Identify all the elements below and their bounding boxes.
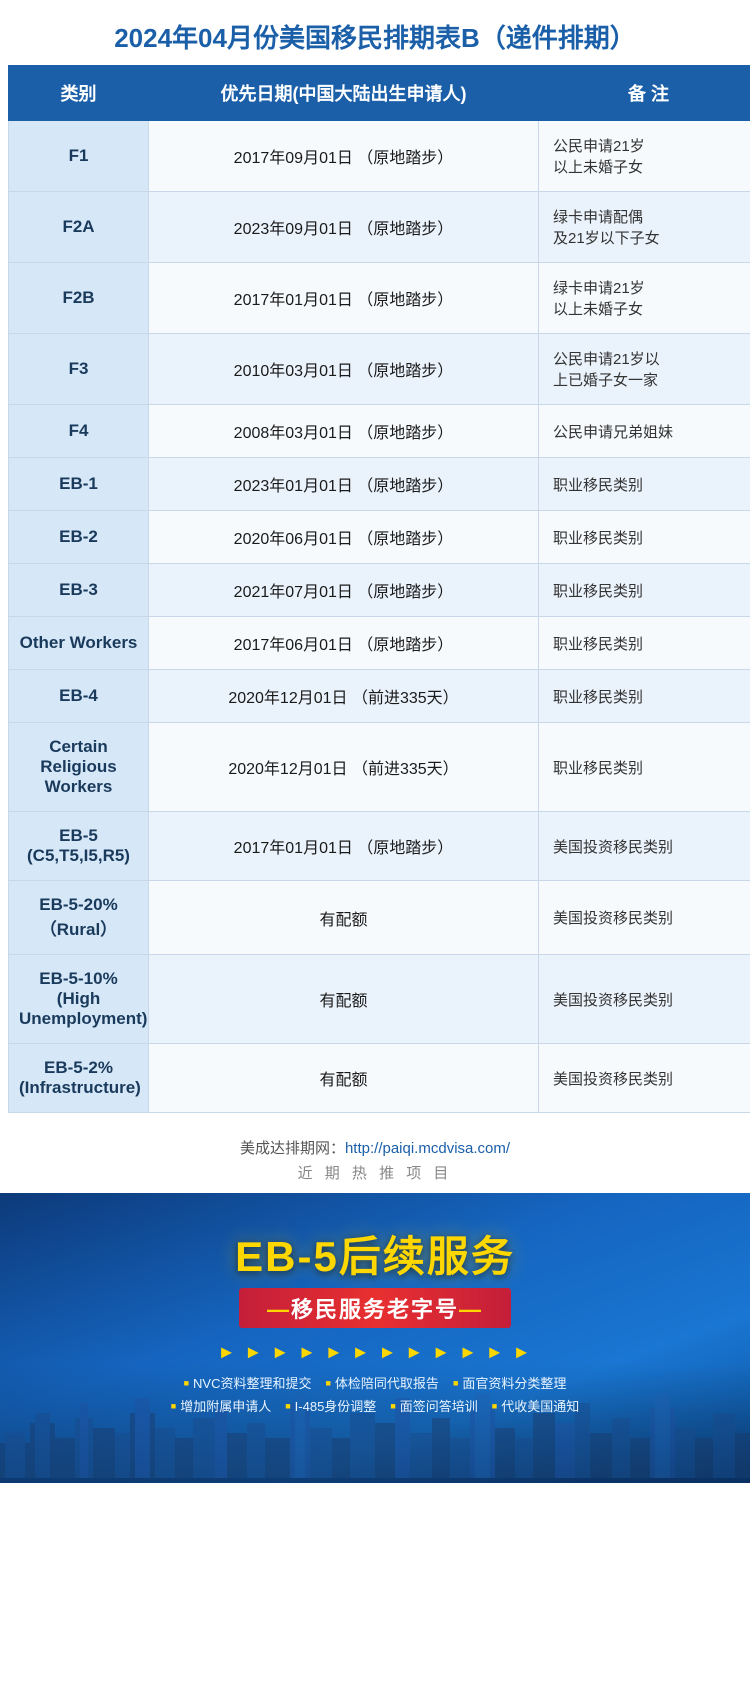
cell-note: 美国投资移民类别 [539,955,750,1044]
cell-category: F3 [9,334,149,405]
cell-category: EB-5-20% （Rural） [9,881,149,955]
cell-date: 2017年06月01日 （原地踏步） [149,617,539,670]
footer-url[interactable]: http://paiqi.mcdvisa.com/ [345,1140,510,1157]
table-row: EB-5-10% (High Unemployment)有配额美国投资移民类别 [9,955,750,1044]
cell-date: 2020年12月01日 （前进335天） [149,670,539,723]
table-header-row: 类别 优先日期(中国大陆出生申请人) 备 注 [9,66,750,121]
cell-note: 公民申请21岁 以上未婚子女 [539,121,750,192]
cell-category: EB-4 [9,670,149,723]
col-header-note: 备 注 [539,66,750,121]
banner-service-item: 体检陪同代取报告 [325,1373,438,1392]
table-wrapper: 类别 优先日期(中国大陆出生申请人) 备 注 F12017年09月01日 （原地… [0,65,750,1123]
banner-service-item: 代收美国通知 [492,1396,579,1415]
cell-category: F2B [9,263,149,334]
footer-label: 美成达排期网： [240,1140,345,1157]
cell-category: F2A [9,192,149,263]
cell-category: EB-5 (C5,T5,I5,R5) [9,812,149,881]
cell-note: 美国投资移民类别 [539,881,750,955]
cell-category: EB-1 [9,458,149,511]
footer-hot: 近 期 热 推 项 目 [0,1162,750,1193]
page-header: 2024年04月份美国移民排期表B（递件排期） [0,0,750,65]
cell-note: 职业移民类别 [539,458,750,511]
cell-category: EB-2 [9,511,149,564]
cell-date: 有配额 [149,1044,539,1113]
cell-note: 职业移民类别 [539,564,750,617]
cell-date: 2020年06月01日 （原地踏步） [149,511,539,564]
banner-services-row1: NVC资料整理和提交体检陪同代取报告面官资料分类整理 [20,1373,730,1392]
cell-note: 绿卡申请配偶 及21岁以下子女 [539,192,750,263]
banner-service-item: 增加附属申请人 [171,1396,271,1415]
banner-sub-title: 移民服务老字号 [239,1288,511,1328]
table-row: EB-5-20% （Rural）有配额美国投资移民类别 [9,881,750,955]
cell-category: EB-5-2% (Infrastructure) [9,1044,149,1113]
page-title: 2024年04月份美国移民排期表B（递件排期） [10,18,740,55]
cell-date: 2023年09月01日 （原地踏步） [149,192,539,263]
immigration-table: 类别 优先日期(中国大陆出生申请人) 备 注 F12017年09月01日 （原地… [8,65,750,1113]
cell-category: EB-5-10% (High Unemployment) [9,955,149,1044]
table-row: EB-42020年12月01日 （前进335天）职业移民类别 [9,670,750,723]
cell-note: 职业移民类别 [539,617,750,670]
cell-category: F4 [9,405,149,458]
table-row: EB-5 (C5,T5,I5,R5)2017年01月01日 （原地踏步）美国投资… [9,812,750,881]
cell-note: 美国投资移民类别 [539,812,750,881]
table-row: F12017年09月01日 （原地踏步）公民申请21岁 以上未婚子女 [9,121,750,192]
table-row: F2A2023年09月01日 （原地踏步）绿卡申请配偶 及21岁以下子女 [9,192,750,263]
cell-date: 有配额 [149,881,539,955]
col-header-category: 类别 [9,66,149,121]
banner-service-item: NVC资料整理和提交 [184,1373,312,1392]
cell-date: 2023年01月01日 （原地踏步） [149,458,539,511]
banner-service-item: 面官资料分类整理 [453,1373,566,1392]
table-row: F2B2017年01月01日 （原地踏步）绿卡申请21岁 以上未婚子女 [9,263,750,334]
col-header-date: 优先日期(中国大陆出生申请人) [149,66,539,121]
cell-date: 2017年01月01日 （原地踏步） [149,812,539,881]
table-row: F32010年03月01日 （原地踏步）公民申请21岁以 上已婚子女一家 [9,334,750,405]
cell-note: 职业移民类别 [539,670,750,723]
bottom-banner: EB-5后续服务 移民服务老字号 ► ► ► ► ► ► ► ► ► ► ► ►… [0,1193,750,1483]
cell-date: 2010年03月01日 （原地踏步） [149,334,539,405]
cell-date: 2017年09月01日 （原地踏步） [149,121,539,192]
cell-category: Other Workers [9,617,149,670]
table-body: F12017年09月01日 （原地踏步）公民申请21岁 以上未婚子女F2A202… [9,121,750,1113]
cell-note: 美国投资移民类别 [539,1044,750,1113]
table-row: Other Workers2017年06月01日 （原地踏步）职业移民类别 [9,617,750,670]
table-row: Certain Religious Workers2020年12月01日 （前进… [9,723,750,812]
banner-service-item: 面签问答培训 [390,1396,477,1415]
cell-category: Certain Religious Workers [9,723,149,812]
table-row: EB-22020年06月01日 （原地踏步）职业移民类别 [9,511,750,564]
banner-services-row2: 增加附属申请人 I-485身份调整面签问答培训代收美国通知 [20,1396,730,1415]
cell-category: EB-3 [9,564,149,617]
table-row: F42008年03月01日 （原地踏步）公民申请兄弟姐妹 [9,405,750,458]
table-row: EB-32021年07月01日 （原地踏步）职业移民类别 [9,564,750,617]
footer-links: 美成达排期网：http://paiqi.mcdvisa.com/ [0,1123,750,1162]
cell-category: F1 [9,121,149,192]
cell-date: 2021年07月01日 （原地踏步） [149,564,539,617]
cell-date: 2017年01月01日 （原地踏步） [149,263,539,334]
cell-note: 绿卡申请21岁 以上未婚子女 [539,263,750,334]
cell-date: 有配额 [149,955,539,1044]
banner-main-title: EB-5后续服务 [20,1223,730,1284]
cell-note: 公民申请21岁以 上已婚子女一家 [539,334,750,405]
cell-date: 2020年12月01日 （前进335天） [149,723,539,812]
cell-note: 职业移民类别 [539,723,750,812]
table-row: EB-5-2% (Infrastructure)有配额美国投资移民类别 [9,1044,750,1113]
table-row: EB-12023年01月01日 （原地踏步）职业移民类别 [9,458,750,511]
cell-note: 公民申请兄弟姐妹 [539,405,750,458]
cell-date: 2008年03月01日 （原地踏步） [149,405,539,458]
banner-arrows: ► ► ► ► ► ► ► ► ► ► ► ► [20,1342,730,1363]
banner-service-item: I-485身份调整 [285,1396,376,1415]
cell-note: 职业移民类别 [539,511,750,564]
